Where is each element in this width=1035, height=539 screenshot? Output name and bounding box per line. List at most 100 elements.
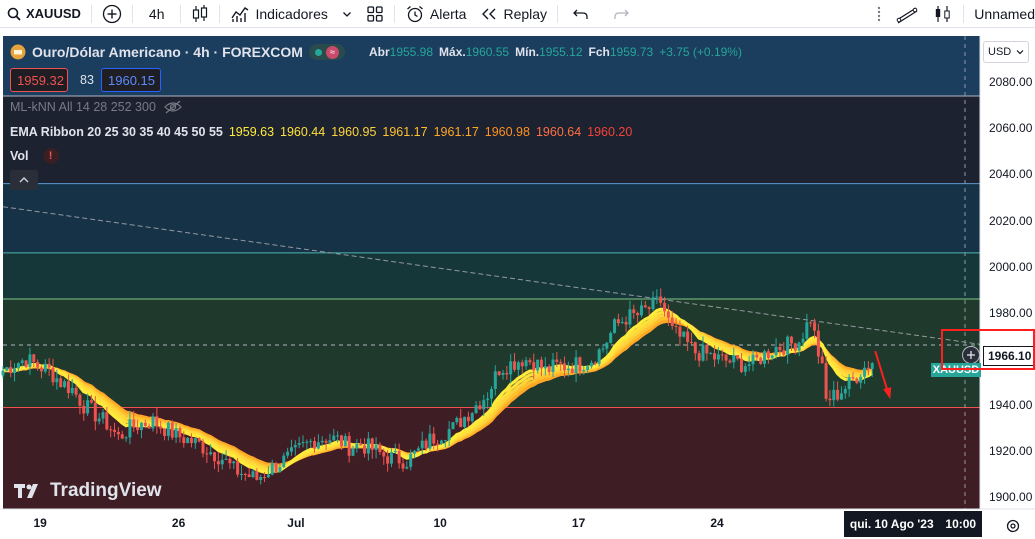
object-tree-button[interactable] [926,0,960,28]
candle-body [613,319,617,333]
candle-body [559,361,563,364]
candle-body [713,353,717,360]
ema-value: 1961.17 [382,125,428,139]
candle-body [13,368,17,374]
candle-body [405,466,409,469]
axis-settings-button[interactable] [1003,516,1023,536]
currency-selector[interactable]: USD [983,41,1029,63]
undo-button[interactable] [561,0,601,28]
candle-body [370,438,374,450]
favorites-dropdown-button[interactable] [335,0,359,28]
candle-body [528,360,532,363]
trend-draw-icon [896,6,918,24]
chevron-down-icon [342,11,351,17]
candle-body [813,322,817,331]
candle-body [832,389,836,401]
candle-body [128,419,132,438]
candle-body [570,368,574,373]
candle-body [447,429,451,441]
candle-body [428,433,432,449]
compare-symbol-button[interactable] [95,0,129,28]
candle-body [751,354,755,365]
chart-area[interactable]: Ouro/Dólar Americano · 4h · FOREXCOM ≈ A… [0,36,1035,539]
candle-body [328,440,332,443]
drag-handle[interactable] [870,0,888,28]
candle-body [505,372,509,375]
candle-body [339,435,343,447]
candle-body [732,355,736,363]
candle-body [501,372,505,375]
layouts-button[interactable] [359,0,391,28]
warning-icon[interactable]: ! [42,148,59,164]
layout-name-button[interactable]: Unnamed [967,0,1035,28]
candle-body [151,416,155,429]
candle-body [5,367,9,371]
candle-body [274,462,278,472]
y-tick-label: 1980.00 [989,305,1033,320]
candle-body [651,297,655,310]
indicators-icon [231,6,249,22]
redo-button[interactable] [601,0,641,28]
candle-body [816,330,820,357]
candle-body [47,363,51,368]
market-status-badge[interactable]: ≈ [308,44,345,60]
candle-body [513,361,517,370]
candle-body [778,346,782,351]
symbol-search-button[interactable]: XAUUSD [0,0,88,28]
sell-price-button[interactable]: 1959.32 [10,68,68,92]
indicator-knn-row[interactable]: ML-kNN All 14 28 252 300 [10,100,182,114]
candle-body [170,422,174,438]
candle-body [655,296,659,298]
candle-body [113,429,117,432]
legend-title-row: Ouro/Dólar Americano · 4h · FOREXCOM ≈ A… [10,44,742,60]
candle-body [209,452,213,455]
candle-body [847,377,851,390]
candle-body [851,377,855,379]
candle-body [859,376,863,383]
candle-body [224,458,228,460]
chart-type-button[interactable] [184,0,216,28]
candle-body [163,428,167,437]
candle-body [659,296,663,303]
candle-body [782,350,786,355]
undo-icon [573,9,588,19]
indicator-ema-row[interactable]: EMA Ribbon 20 25 30 35 40 45 50 55 1959.… [10,125,632,139]
candle-body [216,461,220,465]
drag-dots-icon [878,6,881,21]
buy-price-button[interactable]: 1960.15 [101,68,161,92]
candle-body [343,435,347,447]
candle-body [439,440,443,444]
candle-body [270,462,274,475]
open-label: Abr [368,45,390,59]
candle-body [1,370,5,376]
indicators-button[interactable]: Indicadores [223,0,334,28]
candle-body [259,477,263,480]
candle-body [555,359,559,362]
candle-body [266,474,270,478]
indicator-vol-row[interactable]: Vol ! [10,148,59,164]
interval-label: 4h [148,5,165,22]
candle-body [586,366,590,371]
interval-button[interactable]: 4h [136,0,178,28]
candle-body [686,331,690,342]
candle-body [497,371,501,375]
cursor-time: 10:00 [945,517,977,531]
candle-body [355,443,359,449]
market-open-dot [314,48,322,56]
candle-body [289,447,293,452]
candle-body [774,346,778,356]
x-tick-label: 19 [33,516,47,530]
candle-body [551,359,555,373]
tradingview-logo-icon [14,484,38,498]
replay-button[interactable]: Replay [473,0,554,28]
eye-hidden-icon[interactable] [164,100,182,114]
chart-title[interactable]: Ouro/Dólar Americano · 4h · FOREXCOM [32,44,303,60]
drawing-tools-button[interactable] [888,0,926,28]
collapse-legend-button[interactable] [10,170,38,190]
ema-values: 1959.63 1960.44 1960.95 1961.17 1961.17 1960.… [229,125,633,139]
candle-body [589,362,593,367]
candle-body [36,361,40,368]
candle-body [293,444,297,448]
alert-button[interactable]: Alerta [398,0,474,28]
candle-body [489,388,493,399]
